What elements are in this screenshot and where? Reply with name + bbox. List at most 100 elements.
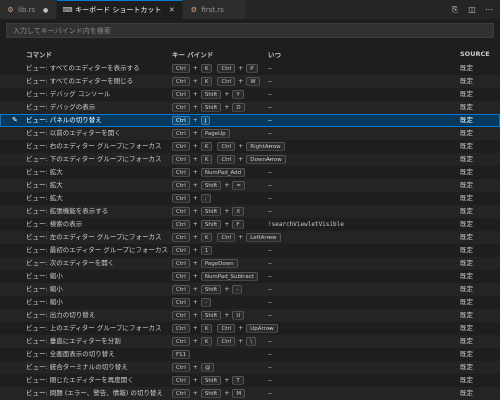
key-label: Ctrl — [172, 246, 190, 255]
key-label: Ctrl — [217, 155, 236, 164]
table-row[interactable]: ビュー: すべてのエディターを表示する Ctrl + K Ctrl + P — 既定 — [0, 62, 500, 75]
keybinding-search-input[interactable] — [13, 26, 493, 35]
key-label: = — [232, 181, 245, 190]
key-label: Ctrl — [217, 233, 236, 242]
tab-label: lib.rs — [18, 5, 36, 14]
open-json-icon[interactable]: ⎘ — [450, 5, 460, 15]
split-editor-icon[interactable]: ◫ — [467, 5, 477, 14]
keybinding-cell: Ctrl + - — [172, 298, 211, 307]
plus-separator: + — [224, 221, 230, 228]
plus-separator: + — [192, 338, 198, 345]
key-label: F11 — [172, 350, 191, 359]
table-row[interactable]: ビュー: 拡大 Ctrl +; — 既定 — [0, 192, 500, 205]
source-cell: 既定 — [460, 363, 473, 371]
unsaved-dot-icon[interactable] — [41, 6, 50, 14]
when-cell: — — [268, 78, 272, 85]
tab-spacer — [246, 0, 450, 19]
table-row[interactable]: ビュー: 問題 (エラー、警告、情報) の切り替え Ctrl + Shift + M — 既定 — [0, 387, 500, 400]
keybinding-cell: Ctrl + Shift + F — [172, 220, 244, 229]
plus-separator: + — [192, 104, 198, 111]
table-row[interactable]: ビュー: 以前のエディターを開く Ctrl + PageUp — 既定 — [0, 127, 500, 140]
keybinding-search-box[interactable] — [6, 23, 494, 38]
tab-2[interactable]: ⚙ first.rs — [183, 0, 246, 19]
plus-separator: + — [192, 91, 198, 98]
command-cell: ビュー: すべてのエディターを閉じる — [26, 77, 134, 85]
plus-separator: + — [224, 182, 230, 189]
keybinding-cell: Ctrl + K Ctrl + \ — [172, 337, 257, 346]
plus-separator: + — [192, 325, 198, 332]
key-label: 1 — [200, 246, 213, 255]
command-cell: ビュー: すべてのエディターを表示する — [26, 64, 140, 72]
table-row[interactable]: ビュー: 全画面表示の切り替え F11 — 既定 — [0, 348, 500, 361]
table-row[interactable]: ビュー: 最初のエディター グループにフォーカス Ctrl +1 — 既定 — [0, 244, 500, 257]
when-cell: — — [268, 117, 272, 124]
key-label: @ — [200, 363, 215, 372]
table-row[interactable]: ビュー: 上のエディター グループにフォーカス Ctrl + K Ctrl + UpArro… — [0, 322, 500, 335]
key-label: T — [232, 376, 244, 385]
source-cell: 既定 — [460, 298, 473, 306]
keybinding-cell: Ctrl + NumPad_Add — [172, 168, 246, 177]
table-row[interactable]: ビュー: すべてのエディターを閉じる Ctrl + K Ctrl + W — 既定 — [0, 75, 500, 88]
keybinding-cell: Ctrl + Shift + T — [172, 376, 244, 385]
keybinding-cell: Ctrl + K Ctrl + UpArrow — [172, 324, 278, 333]
command-cell: ビュー: 下のエディター グループにフォーカス — [26, 155, 162, 163]
table-row[interactable]: ビュー: デバッグ コンソール Ctrl + Shift + Y — 既定 — [0, 88, 500, 101]
key-label: Ctrl — [217, 77, 236, 86]
key-label: LeftArrow — [246, 233, 281, 242]
table-row[interactable]: ビュー: 拡大 Ctrl + NumPad_Add — 既定 — [0, 166, 500, 179]
plus-separator: + — [192, 208, 198, 215]
table-row[interactable]: ビュー: 垂直にエディターを分割 Ctrl + K Ctrl + \ — 既定 — [0, 335, 500, 348]
plus-separator: + — [238, 143, 244, 150]
when-cell: — — [268, 325, 272, 332]
table-row[interactable]: ビュー: 出力の切り替え Ctrl + Shift + U — 既定 — [0, 309, 500, 322]
more-actions-icon[interactable]: ⋯ — [484, 5, 494, 14]
plus-separator: + — [224, 208, 230, 215]
key-label: - — [232, 285, 243, 294]
plus-separator: + — [192, 221, 198, 228]
table-row[interactable]: ビュー: 次のエディターを開く Ctrl + PageDown — 既定 — [0, 257, 500, 270]
key-label: Shift — [200, 285, 222, 294]
table-row[interactable]: ビュー: 閉じたエディターを再度開く Ctrl + Shift + T — 既定 — [0, 374, 500, 387]
keybinding-cell: Ctrl + Shift + X — [172, 207, 245, 216]
table-row[interactable]: ✎ ビュー: パネルの切り替え Ctrl + J — 既定 — [0, 114, 500, 127]
command-cell: ビュー: 拡大 — [26, 168, 63, 176]
table-row[interactable]: ビュー: デバッグの表示 Ctrl + Shift + D — 既定 — [0, 101, 500, 114]
plus-separator: + — [192, 377, 198, 384]
command-cell: ビュー: 上のエディター グループにフォーカス — [26, 324, 162, 332]
when-cell: — — [268, 182, 272, 189]
plus-separator: + — [192, 273, 198, 280]
table-row[interactable]: ビュー: 拡張機能を表示する Ctrl + Shift + X — 既定 — [0, 205, 500, 218]
command-cell: ビュー: 拡大 — [26, 181, 63, 189]
plus-separator: + — [224, 91, 230, 98]
plus-separator: + — [192, 247, 198, 254]
command-cell: ビュー: デバッグの表示 — [26, 103, 96, 111]
plus-separator: + — [192, 130, 198, 137]
key-label: \ — [246, 337, 257, 346]
edit-keybinding-icon[interactable]: ✎ — [12, 114, 20, 127]
table-row[interactable]: ビュー: 縮小 Ctrl + - — 既定 — [0, 296, 500, 309]
source-cell: 既定 — [460, 389, 473, 397]
keybinding-cell: Ctrl + Shift + Y — [172, 90, 244, 99]
when-cell: — — [268, 130, 272, 137]
close-icon[interactable]: ✕ — [167, 6, 176, 14]
source-cell: 既定 — [460, 285, 473, 293]
key-label: Ctrl — [217, 337, 236, 346]
table-row[interactable]: ビュー: 左のエディター グループにフォーカス Ctrl + K Ctrl + LeftAr… — [0, 231, 500, 244]
table-row[interactable]: ビュー: 縮小 Ctrl + Shift + - — 既定 — [0, 283, 500, 296]
table-row[interactable]: ビュー: 下のエディター グループにフォーカス Ctrl + K Ctrl + DownAr… — [0, 153, 500, 166]
source-cell: 既定 — [460, 77, 473, 85]
key-label: J — [200, 116, 211, 125]
table-row[interactable]: ビュー: 拡大 Ctrl + Shift + = — 既定 — [0, 179, 500, 192]
table-row[interactable]: ビュー: 右のエディター グループにフォーカス Ctrl + K Ctrl + RightA… — [0, 140, 500, 153]
table-row[interactable]: ビュー: 縮小 Ctrl + NumPad_Subtract — 既定 — [0, 270, 500, 283]
tab-1[interactable]: ⌨ キーボード ショートカット ✕ — [57, 0, 184, 19]
source-cell: 既定 — [460, 233, 473, 241]
key-label: Ctrl — [217, 142, 236, 151]
tab-label: キーボード ショートカット — [75, 6, 162, 14]
command-cell: ビュー: 縮小 — [26, 298, 63, 306]
tab-0[interactable]: ⚙ lib.rs — [0, 0, 58, 19]
table-row[interactable]: ビュー: 統合ターミナルの切り替え Ctrl + @ — 既定 — [0, 361, 500, 374]
table-row[interactable]: ビュー: 検索の表示 Ctrl + Shift + F !searchViewletVisi… — [0, 218, 500, 231]
when-cell: — — [268, 195, 272, 202]
source-cell: 既定 — [460, 168, 473, 176]
